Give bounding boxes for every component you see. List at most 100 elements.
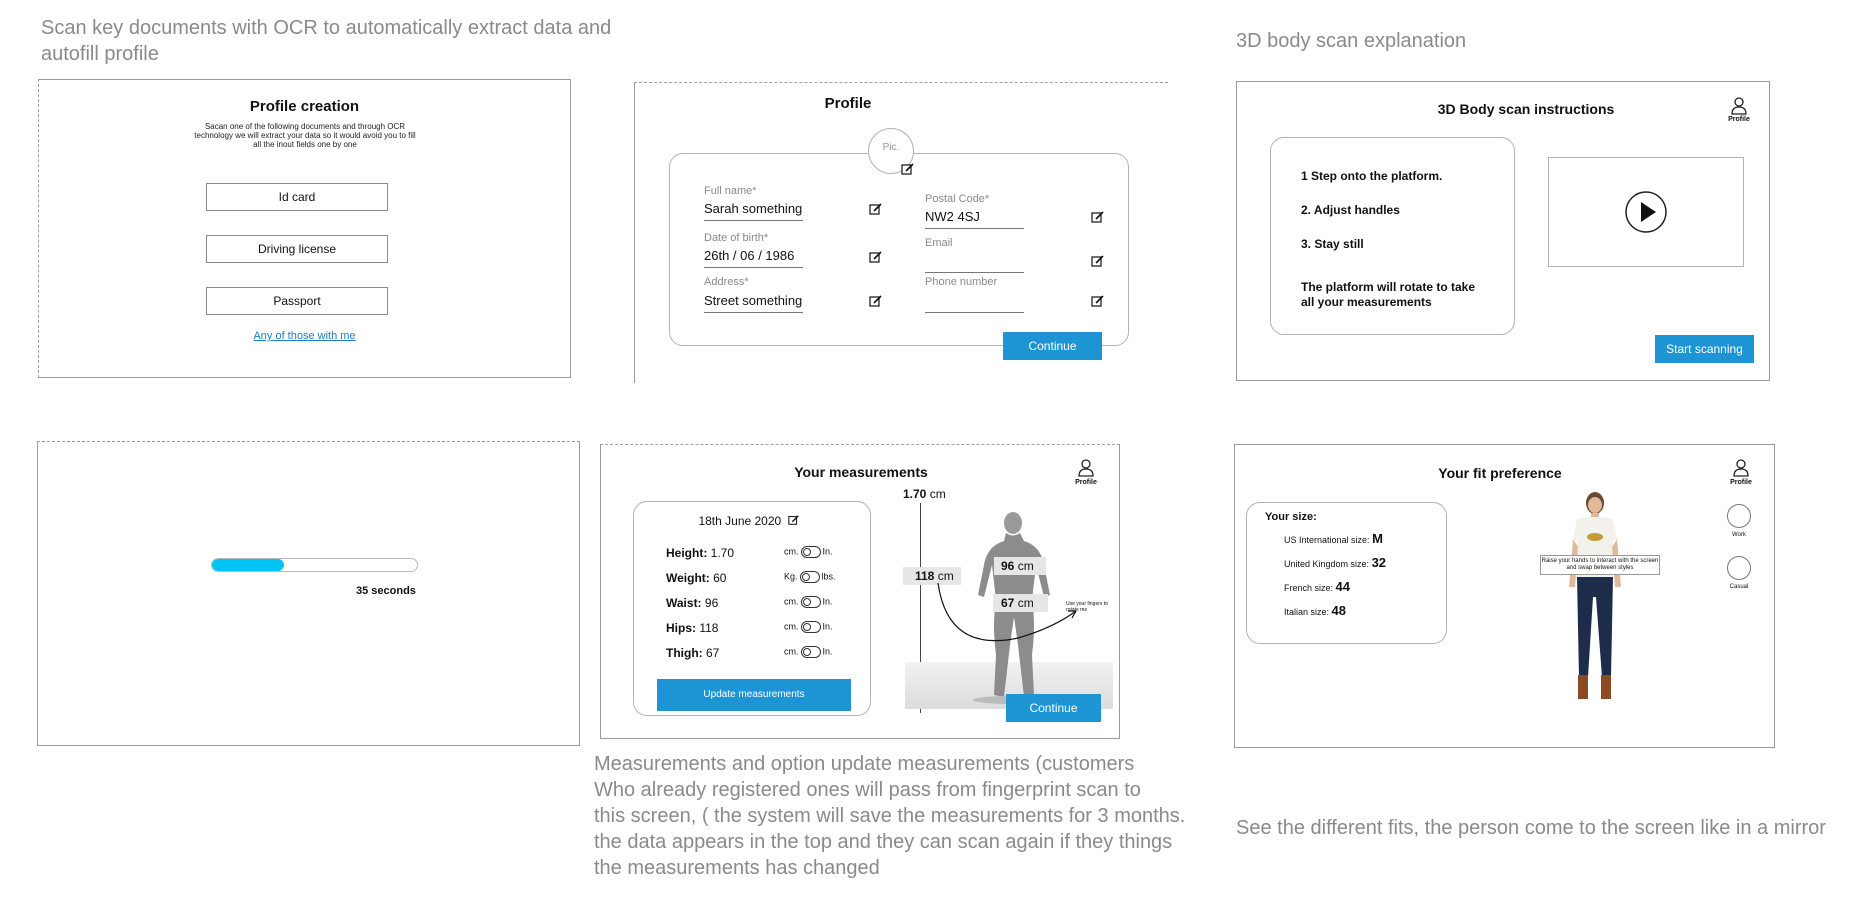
unit-a: Kg. xyxy=(784,571,798,582)
page-title: Profile creation xyxy=(249,98,360,115)
start-scanning-button[interactable]: Start scanning xyxy=(1655,335,1754,363)
step-2: 2. Adjust handles xyxy=(1301,203,1400,217)
edit-icon[interactable] xyxy=(1091,254,1105,268)
toggle-switch[interactable] xyxy=(800,546,821,558)
profile-screen: Profile Full name* Sarah something Date … xyxy=(634,82,1168,383)
scanning-progress-screen: 35 seconds xyxy=(37,441,580,746)
video-player[interactable] xyxy=(1548,157,1744,267)
measurement-row: Height: 1.70 cm. In. xyxy=(666,544,866,569)
unit-b: In. xyxy=(822,646,833,657)
play-icon[interactable] xyxy=(1624,190,1668,234)
height-unit: cm xyxy=(929,487,946,501)
size-label: Italian size: xyxy=(1284,607,1330,617)
postal-value[interactable]: NW2 4SJ xyxy=(925,209,980,224)
unit-toggle[interactable]: cm. In. xyxy=(784,646,833,658)
driving-license-button[interactable]: Driving license xyxy=(206,235,388,263)
toggle-switch[interactable] xyxy=(799,571,820,583)
edit-icon[interactable] xyxy=(1091,210,1105,224)
row-value: 60 xyxy=(713,571,727,585)
step-1: 1 Step onto the platform. xyxy=(1301,169,1443,183)
caption-line: Measurements and option update measureme… xyxy=(594,753,1135,775)
size-label: United Kingdom size: xyxy=(1284,559,1370,569)
avatar-label: Pic. xyxy=(882,142,900,153)
address-underline xyxy=(704,312,803,313)
caption-body-scan: 3D body scan explanation xyxy=(1236,30,1467,52)
unit-a: cm. xyxy=(784,546,799,557)
toggle-switch[interactable] xyxy=(800,596,821,608)
model-photo xyxy=(1569,492,1621,699)
edit-icon[interactable] xyxy=(869,294,883,308)
caption-line: Who already registered ones will pass fr… xyxy=(594,779,1141,801)
avatar-3d-viewer[interactable]: 1.70 cm 118 cm 96 cm 67 cm Use your fing… xyxy=(903,487,1113,719)
page-title: 3D Body scan instructions xyxy=(1437,101,1615,117)
height-label: 1.70 cm xyxy=(903,487,946,501)
page-title: Profile xyxy=(824,95,872,112)
page-title: Your fit preference xyxy=(1438,465,1562,481)
full-name-value[interactable]: Sarah something xyxy=(704,201,802,216)
measurements-card: 18th June 2020 Height: 1.70 cm. In. Weigh… xyxy=(633,501,871,716)
edit-icon[interactable] xyxy=(787,514,800,526)
phone-underline xyxy=(925,312,1024,313)
dob-value[interactable]: 26th / 06 / 1986 xyxy=(704,248,794,263)
toggle-switch[interactable] xyxy=(800,621,821,633)
continue-button[interactable]: Continue xyxy=(1003,332,1102,360)
unit-toggle[interactable]: cm. In. xyxy=(784,596,833,608)
profile-label: Profile xyxy=(1075,479,1097,486)
rotate-hint: Use your fingers to rotate me xyxy=(1066,601,1108,613)
size-value: 48 xyxy=(1331,603,1347,618)
row-name: Hips: xyxy=(666,621,696,635)
size-label: US International size: xyxy=(1284,535,1370,545)
unit-toggle[interactable]: cm. In. xyxy=(784,621,833,633)
unit-toggle[interactable]: Kg. lbs. xyxy=(784,571,836,583)
steps-card: 1 Step onto the platform. 2. Adjust hand… xyxy=(1270,137,1515,335)
row-value: 96 xyxy=(704,596,719,610)
profile-card: Full name* Sarah something Date of birth… xyxy=(669,153,1129,346)
waist-label: 96 cm xyxy=(1001,559,1034,573)
address-label: Address* xyxy=(704,276,749,288)
caption-line: this screen, ( the system will save the … xyxy=(594,805,1186,827)
continue-button[interactable]: Continue xyxy=(1006,694,1101,722)
edit-avatar-icon[interactable] xyxy=(901,162,915,176)
unit-b: In. xyxy=(822,546,833,557)
profile-icon[interactable] xyxy=(1730,96,1748,116)
height-value: 1.70 xyxy=(903,487,927,501)
update-measurements-button[interactable]: Update measurements xyxy=(657,679,851,711)
unit-a: cm. xyxy=(784,646,799,657)
step-3: 3. Stay still xyxy=(1301,237,1364,251)
id-card-button[interactable]: Id card xyxy=(206,183,388,211)
work-style-button[interactable] xyxy=(1727,504,1751,528)
measurement-row: Waist: 96 cm. In. xyxy=(666,594,866,619)
edit-icon[interactable] xyxy=(869,202,883,216)
measurement-row: Thigh: 67 cm. In. xyxy=(666,644,866,669)
full-name-label: Full name* xyxy=(704,185,757,197)
size-row-fr: French size: 44 xyxy=(1284,579,1350,594)
size-value: 44 xyxy=(1335,579,1351,594)
unit-toggle[interactable]: cm. In. xyxy=(784,546,833,558)
edit-icon[interactable] xyxy=(869,250,883,264)
hips-unit: cm xyxy=(937,569,954,583)
profile-icon[interactable] xyxy=(1732,458,1750,478)
dob-label: Date of birth* xyxy=(704,232,769,244)
measurement-row: Weight: 60 Kg. lbs. xyxy=(666,569,866,594)
row-name: Weight: xyxy=(666,571,710,585)
rotate-note: The platform will rotate to take all you… xyxy=(1301,280,1476,309)
profile-icon[interactable] xyxy=(1077,458,1095,478)
unit-b: In. xyxy=(822,596,833,607)
toggle-switch[interactable] xyxy=(800,646,821,658)
progress-time: 35 seconds xyxy=(356,585,416,597)
none-of-these-link[interactable]: Any of those with me xyxy=(39,330,570,342)
passport-button[interactable]: Passport xyxy=(206,287,388,315)
hips-label: 118 cm xyxy=(915,569,954,583)
casual-label: Casual xyxy=(1729,584,1749,590)
body-scan-screen: 3D Body scan instructions Profile 1 Step… xyxy=(1236,81,1770,381)
address-value[interactable]: Street something xyxy=(704,293,802,308)
caption-line: the measurements has changed xyxy=(594,857,880,879)
unit-a: cm. xyxy=(784,596,799,607)
measurement-row: Hips: 118 cm. In. xyxy=(666,619,866,644)
dob-underline xyxy=(704,267,803,268)
edit-icon[interactable] xyxy=(1091,294,1105,308)
ocr-description: Sacan one of the following documents and… xyxy=(194,122,416,149)
size-row-uk: United Kingdom size: 32 xyxy=(1284,555,1386,570)
casual-style-button[interactable] xyxy=(1727,556,1751,580)
row-name: Thigh: xyxy=(666,646,703,660)
